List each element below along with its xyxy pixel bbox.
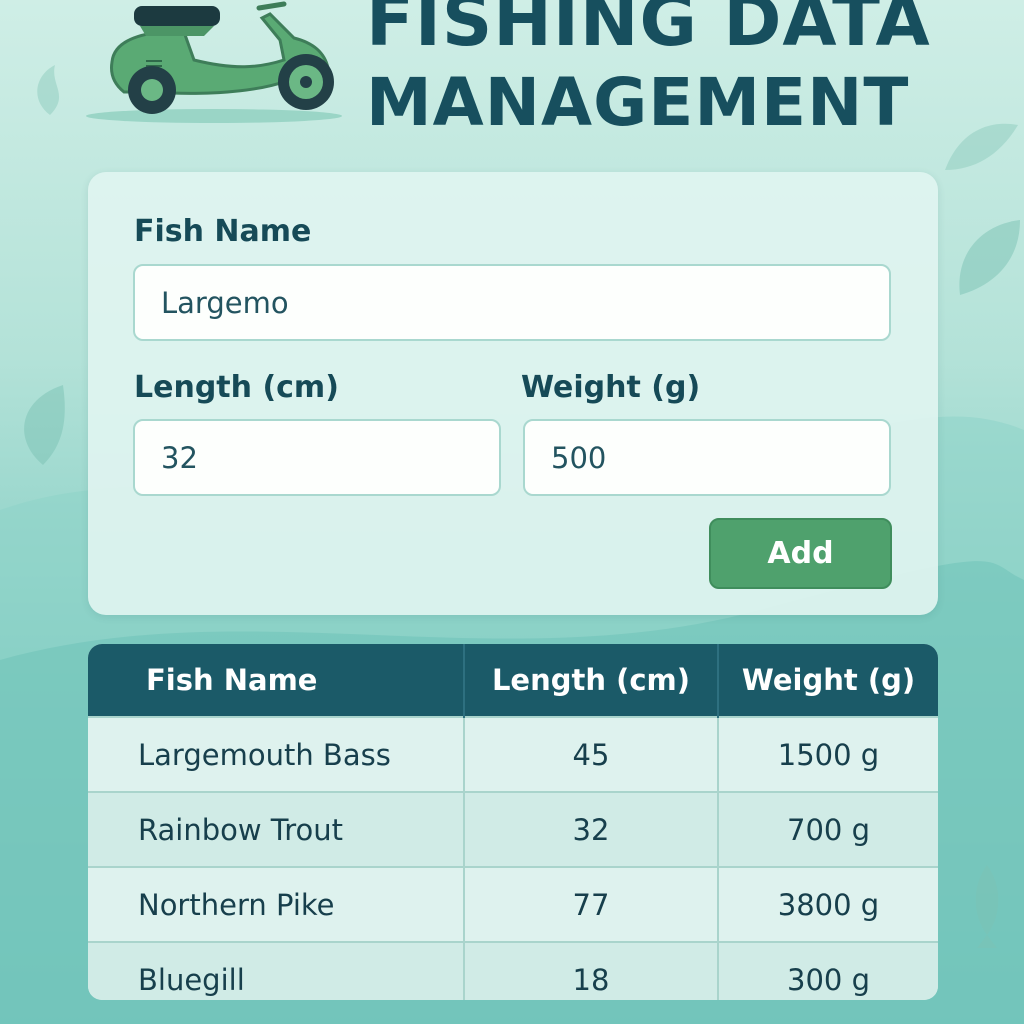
table-row[interactable]: Largemouth Bass 45 1500 g [88,716,938,792]
add-button[interactable]: Add [709,518,892,589]
fish-table: Fish Name Length (cm) Weight (g) Largemo… [88,644,938,1000]
length-label: Length (cm) [134,370,339,405]
cell-length: 32 [464,791,719,867]
cell-length: 77 [464,866,719,942]
cell-fish-name: Bluegill [88,941,465,1000]
cell-fish-name: Rainbow Trout [88,791,465,867]
cell-weight: 1500 g [718,716,938,792]
leaf-icon [959,220,1020,295]
cell-fish-name: Largemouth Bass [88,716,465,792]
page-title-line-2: MANAGEMENT [366,64,910,141]
weight-input[interactable] [523,419,891,496]
page-title-line-1: FISHING DATA [366,0,931,62]
leaf-icon [945,123,1018,170]
table-row[interactable]: Bluegill 18 300 g [88,941,938,1000]
table-row[interactable]: Rainbow Trout 32 700 g [88,791,938,867]
column-header-length[interactable]: Length (cm) [464,644,719,717]
length-input[interactable] [133,419,501,496]
cell-weight: 3800 g [718,866,938,942]
add-fish-form: Fish Name Length (cm) Weight (g) Add [88,172,938,615]
splash-icon [37,65,60,115]
cell-length: 45 [464,716,719,792]
fish-name-label: Fish Name [134,214,312,249]
column-header-fish-name[interactable]: Fish Name [88,644,465,717]
scooter-icon [86,1,342,123]
cell-weight: 700 g [718,791,938,867]
table-header-row: Fish Name Length (cm) Weight (g) [88,644,938,717]
table-row[interactable]: Northern Pike 77 3800 g [88,866,938,942]
cell-length: 18 [464,941,719,1000]
leaf-icon [24,385,65,465]
weight-label: Weight (g) [521,370,701,405]
cell-weight: 300 g [718,941,938,1000]
fish-icon [975,865,999,948]
column-header-weight[interactable]: Weight (g) [718,644,938,717]
fish-name-input[interactable] [133,264,891,341]
cell-fish-name: Northern Pike [88,866,465,942]
